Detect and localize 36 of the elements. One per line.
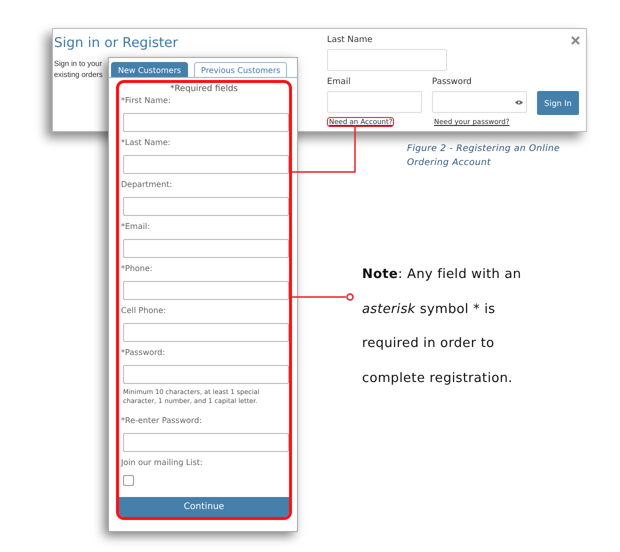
- field-label: Cell Phone:: [121, 305, 167, 317]
- input-field[interactable]: [123, 433, 289, 452]
- leader-line: [292, 125, 356, 173]
- field-label: *Phone:: [121, 263, 154, 275]
- field-label: *First Name:: [121, 95, 172, 107]
- input-field[interactable]: [123, 365, 289, 384]
- field-label: *Last Name:: [121, 137, 172, 149]
- field-label: *Password:: [121, 347, 166, 359]
- field-label: Department:: [121, 179, 174, 191]
- sign-in-button[interactable]: Sign In: [537, 91, 579, 115]
- tab[interactable]: New Customers: [111, 62, 188, 77]
- field-label: Join our mailing List:: [121, 457, 204, 469]
- tab[interactable]: Previous Customers: [194, 62, 288, 77]
- note-text: Note: Any field with an asterisk symbol * is required in order to complete registration.: [362, 266, 522, 388]
- field-label: Password: [432, 76, 472, 88]
- close-icon[interactable]: [571, 36, 580, 45]
- checkbox[interactable]: [123, 475, 134, 486]
- required-note: *Required fields: [169, 84, 239, 95]
- field-label: *Re-enter Password:: [121, 415, 203, 427]
- input-field[interactable]: [123, 281, 289, 300]
- input-field[interactable]: [123, 239, 289, 258]
- continue-button[interactable]: Continue: [119, 497, 289, 517]
- figure-caption: Figure 2 - Registering an Online: [407, 143, 560, 156]
- field-label: Last Name: [327, 34, 372, 46]
- input-field[interactable]: [123, 197, 289, 216]
- field-label: Email: [327, 76, 351, 88]
- email-field[interactable]: [327, 91, 422, 113]
- dialog-title: Sign in or Register: [54, 35, 180, 51]
- figure-caption: Ordering Account: [407, 157, 492, 170]
- last-name-field[interactable]: [327, 49, 447, 71]
- input-field[interactable]: [123, 113, 289, 132]
- field-label: *Email:: [121, 221, 151, 233]
- input-field[interactable]: [123, 323, 289, 342]
- input-field[interactable]: [123, 155, 289, 174]
- eye-icon[interactable]: [515, 100, 523, 105]
- password-field[interactable]: [432, 91, 527, 113]
